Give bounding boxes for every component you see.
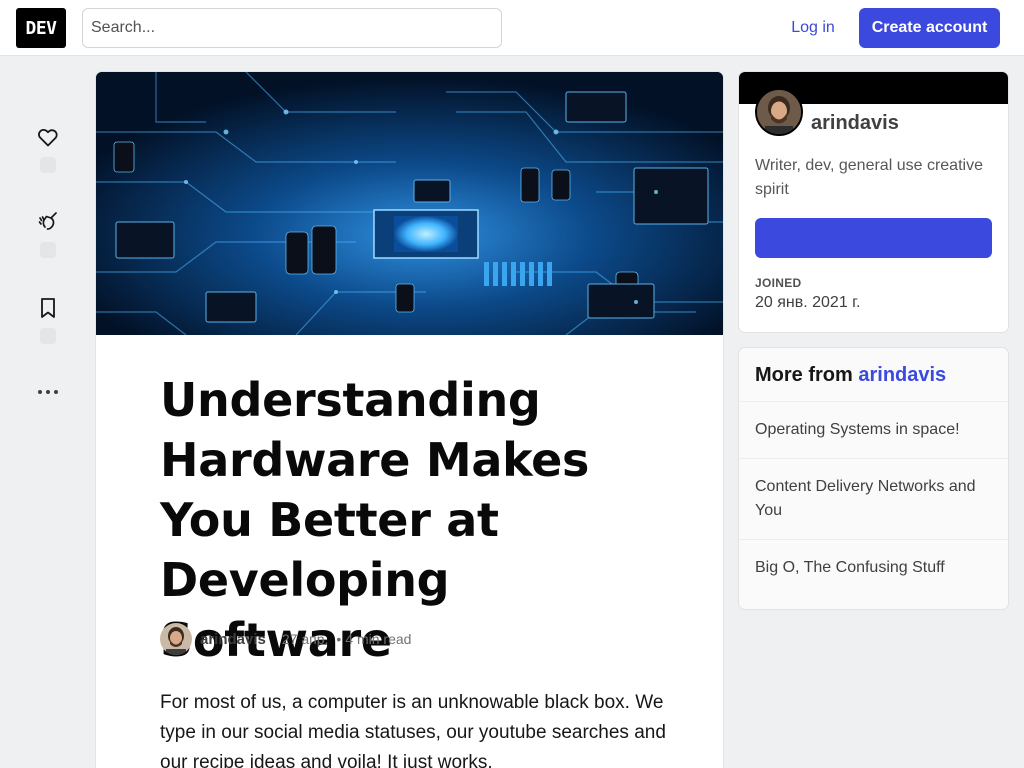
article-card: Understanding Hardware Makes You Better … [96, 72, 723, 768]
unicorn-icon [38, 212, 57, 230]
more-from-heading: More from arindavis [739, 348, 1008, 402]
publish-date: 27 апр. [281, 631, 329, 647]
author-name-link[interactable]: arindavis [200, 631, 266, 648]
profile-bio: Writer, dev, general use creative spirit [755, 157, 983, 198]
reaction-unicorn[interactable] [32, 210, 64, 258]
joined-date: 20 янв. 2021 г. [755, 294, 861, 311]
heart-icon [38, 129, 58, 147]
reaction-heart[interactable] [32, 125, 64, 173]
more-from-item[interactable]: Content Delivery Networks and You [739, 459, 1008, 540]
more-from-prefix: More from [755, 364, 853, 386]
cover-image [96, 72, 723, 335]
more-from-item[interactable]: Big O, The Confusing Stuff [739, 540, 1008, 596]
heart-count [40, 157, 56, 173]
more-from-author-link[interactable]: arindavis [858, 364, 946, 386]
bookmark-count [40, 328, 56, 344]
bookmark-icon [41, 298, 55, 318]
search-input[interactable] [82, 8, 502, 48]
more-from-item[interactable]: Operating Systems in space! [739, 402, 1008, 459]
article-meta: arindavis 27 апр. • 4 min read [160, 623, 411, 655]
read-time: 4 min read [345, 631, 412, 647]
joined-label: JOINED [755, 276, 802, 290]
create-account-button[interactable]: Create account [859, 8, 1000, 48]
unicorn-count [40, 242, 56, 258]
author-avatar[interactable] [160, 623, 192, 655]
meta-separator: • [336, 631, 342, 647]
more-from-card: More from arindavis Operating Systems in… [739, 348, 1008, 609]
login-link[interactable]: Log in [774, 8, 852, 48]
profile-avatar[interactable] [755, 88, 803, 136]
more-options-icon[interactable] [36, 384, 60, 400]
follow-button[interactable] [755, 218, 992, 258]
reaction-bookmark[interactable] [32, 296, 64, 344]
top-header: DEV Log in Create account [0, 0, 1024, 56]
dev-logo[interactable]: DEV [16, 8, 66, 48]
author-profile-card: arindavis Writer, dev, general use creat… [739, 72, 1008, 332]
profile-name-link[interactable]: arindavis [811, 112, 899, 135]
article-body: For most of us, a computer is an unknowa… [160, 692, 666, 768]
